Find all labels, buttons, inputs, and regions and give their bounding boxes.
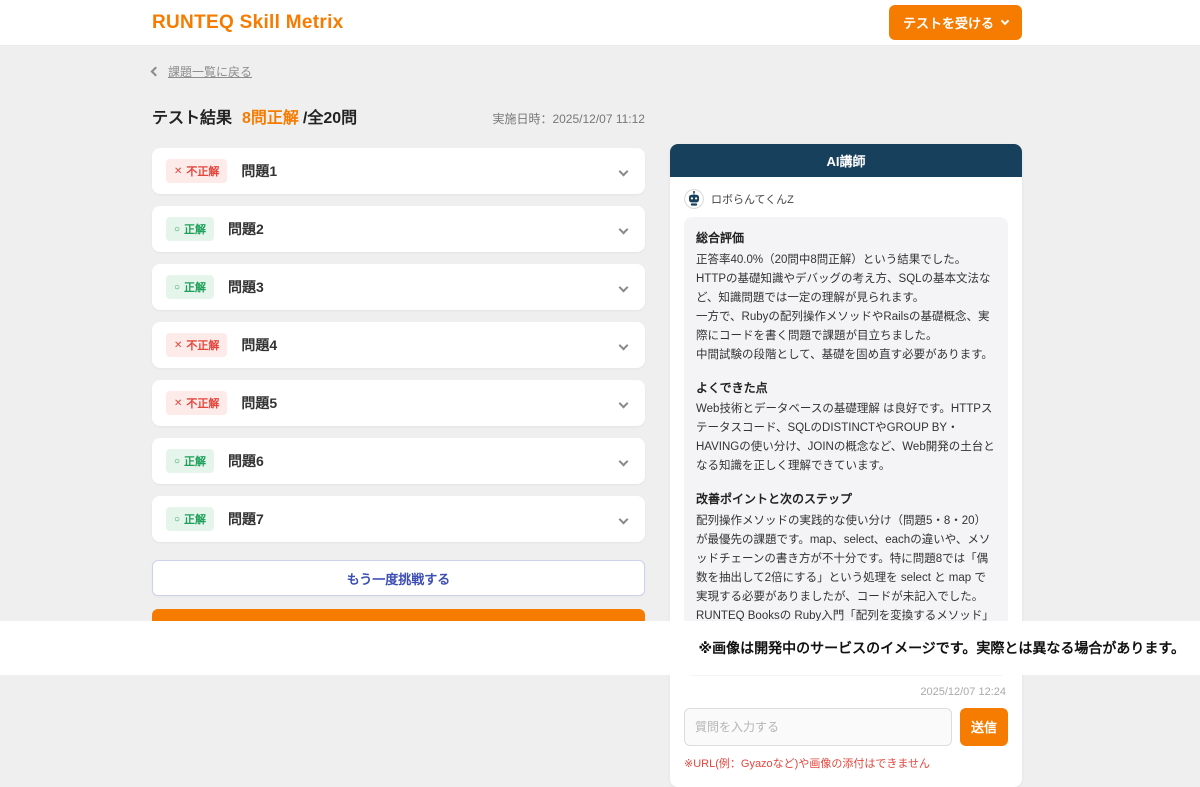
question-input[interactable] (684, 708, 952, 746)
status-badge: ○ 正解 (166, 275, 214, 299)
message-section-strengths: よくできた点 Web技術とデータベースの基礎理解 は良好です。HTTPステータス… (696, 379, 996, 477)
incorrect-icon: ✕ (174, 166, 182, 177)
robot-avatar-icon (684, 189, 704, 209)
correct-icon: ○ (174, 224, 180, 235)
question-label: 問題3 (228, 277, 264, 297)
section-text: 一方で、Rubyの配列操作メソッドやRailsの基礎概念、実際にコードを書く問題… (696, 308, 996, 346)
correct-icon: ○ (174, 456, 180, 467)
question-label: 問題4 (241, 335, 277, 355)
question-row-2[interactable]: ○ 正解 問題2 (152, 206, 645, 252)
question-label: 問題5 (241, 393, 277, 413)
chevron-down-icon (619, 282, 629, 292)
bot-identity: ロボらんてくんZ (684, 189, 1008, 209)
chevron-down-icon (619, 166, 629, 176)
footer-disclaimer-bar: ※画像は開発中のサービスのイメージです。実際とは異なる場合があります。 (0, 621, 1200, 675)
ai-tutor-panel: AI講師 ロボらんてくんZ (670, 144, 1022, 787)
correct-count: 8問正解 (242, 104, 299, 128)
message-timestamp: 2025/12/07 12:24 (686, 686, 1006, 698)
badge-label: 不正解 (186, 337, 219, 353)
attachment-note: ※URL(例：Gyazoなど)や画像の添付はできません (684, 755, 1008, 771)
back-link-label: 課題一覧に戻る (168, 63, 252, 80)
app-header: RUNTEQ Skill Metrix テストを受ける (0, 0, 1200, 46)
question-label: 問題1 (241, 161, 277, 181)
message-section-overall: 総合評価 正答率40.0%（20問中8問正解）という結果でした。HTTPの基礎知… (696, 229, 996, 365)
section-heading: 改善ポイントと次のステップ (696, 490, 996, 510)
incorrect-icon: ✕ (174, 398, 182, 409)
badge-label: 正解 (184, 221, 206, 237)
status-badge: ○ 正解 (166, 507, 214, 531)
badge-label: 不正解 (186, 163, 219, 179)
status-badge: ✕ 不正解 (166, 333, 227, 357)
retry-button[interactable]: もう一度挑戦する (152, 560, 645, 596)
ai-message-bubble: 総合評価 正答率40.0%（20問中8問正解）という結果でした。HTTPの基礎知… (684, 217, 1008, 676)
badge-label: 正解 (184, 453, 206, 469)
page-title: テスト結果 (152, 104, 232, 128)
question-row-3[interactable]: ○ 正解 問題3 (152, 264, 645, 310)
section-text: 中間試験の段階として、基礎を固め直す必要があります。 (696, 346, 996, 365)
section-heading: よくできた点 (696, 379, 996, 399)
question-label: 問題7 (228, 509, 264, 529)
correct-icon: ○ (174, 514, 180, 525)
question-row-7[interactable]: ○ 正解 問題7 (152, 496, 645, 542)
status-badge: ✕ 不正解 (166, 159, 227, 183)
question-label: 問題6 (228, 451, 264, 471)
section-text: 正答率40.0%（20問中8問正解）という結果でした。HTTPの基礎知識やデバッ… (696, 251, 996, 308)
question-row-6[interactable]: ○ 正解 問題6 (152, 438, 645, 484)
executed-at: 実施日時：2025/12/07 11:12 (492, 110, 645, 127)
chevron-down-icon (619, 398, 629, 408)
badge-label: 不正解 (186, 395, 219, 411)
badge-label: 正解 (184, 511, 206, 527)
question-row-1[interactable]: ✕ 不正解 問題1 (152, 148, 645, 194)
incorrect-icon: ✕ (174, 340, 182, 351)
take-test-label: テストを受ける (903, 13, 994, 32)
take-test-button[interactable]: テストを受ける (889, 5, 1022, 40)
app-logo: RUNTEQ Skill Metrix (152, 12, 344, 34)
badge-label: 正解 (184, 279, 206, 295)
status-badge: ✕ 不正解 (166, 391, 227, 415)
send-button[interactable]: 送信 (960, 708, 1008, 746)
back-to-list-link[interactable]: 課題一覧に戻る (152, 63, 252, 80)
status-badge: ○ 正解 (166, 449, 214, 473)
question-row-4[interactable]: ✕ 不正解 問題4 (152, 322, 645, 368)
total-count: /全20問 (303, 104, 357, 128)
chevron-left-icon (151, 67, 161, 77)
status-badge: ○ 正解 (166, 217, 214, 241)
disclaimer-text: ※画像は開発中のサービスのイメージです。実際とは異なる場合があります。 (698, 638, 1185, 658)
question-row-5[interactable]: ✕ 不正解 問題5 (152, 380, 645, 426)
correct-icon: ○ (174, 282, 180, 293)
section-heading: 総合評価 (696, 229, 996, 249)
question-label: 問題2 (228, 219, 264, 239)
chevron-down-icon (619, 456, 629, 466)
result-summary: テスト結果 8問正解 /全20問 実施日時：2025/12/07 11:12 (152, 104, 645, 128)
chevron-down-icon (1001, 16, 1009, 24)
section-text: Web技術とデータベースの基礎理解 は良好です。HTTPステータスコード、SQL… (696, 400, 996, 476)
bot-name: ロボらんてくんZ (711, 191, 794, 207)
chevron-down-icon (619, 340, 629, 350)
chevron-down-icon (619, 224, 629, 234)
ai-panel-title: AI講師 (670, 144, 1022, 177)
chevron-down-icon (619, 514, 629, 524)
